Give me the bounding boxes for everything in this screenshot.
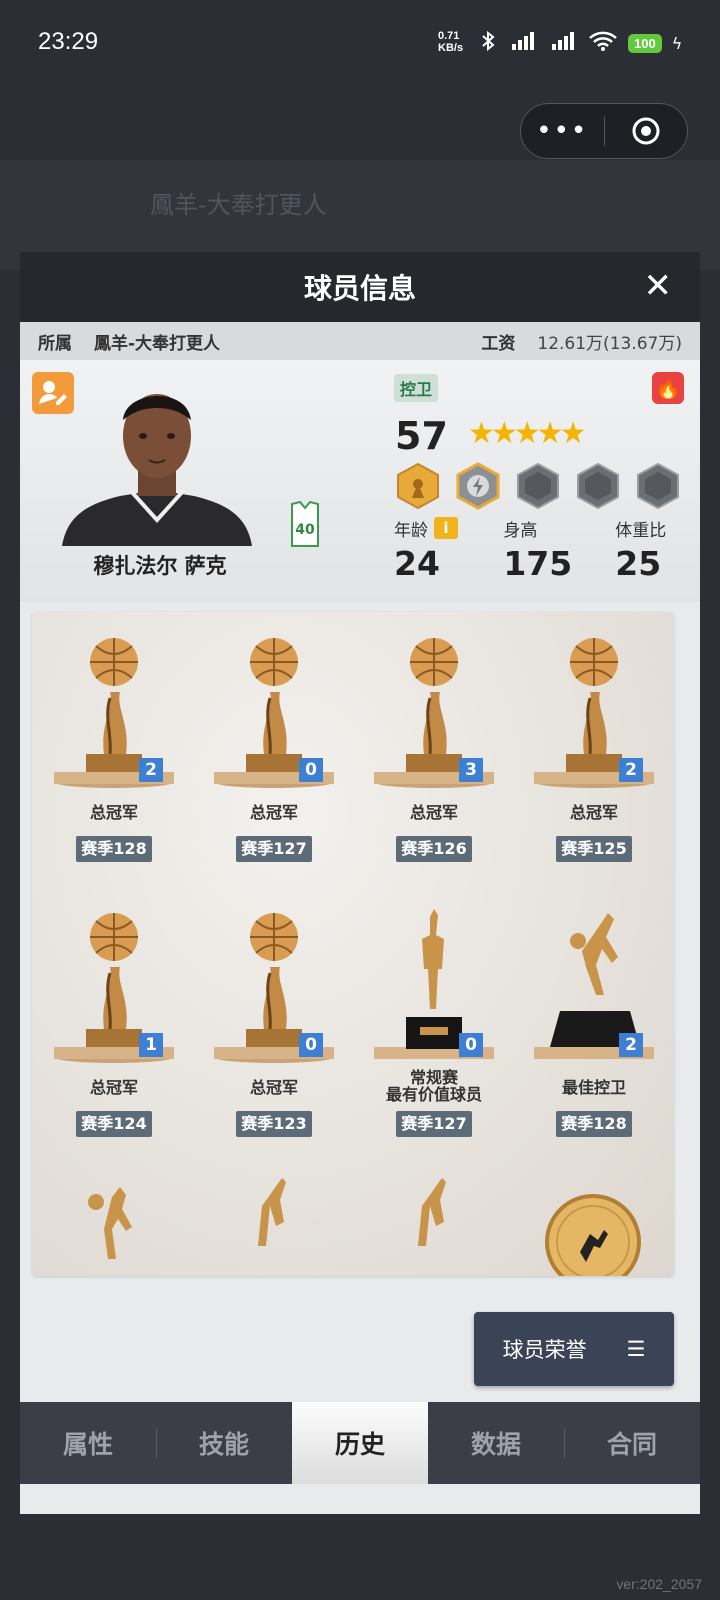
trophy-item[interactable]: 0 常规赛 最有价值球员赛季127 — [354, 907, 514, 1182]
trophy-item[interactable]: 2 总冠军赛季125 — [514, 632, 674, 907]
menu-icon: ☰ — [626, 1337, 646, 1361]
trophy-count-badge: 2 — [619, 758, 643, 782]
trophy-count-badge: 2 — [619, 1033, 643, 1057]
trophy-season: 赛季125 — [556, 836, 632, 862]
player-card: 🔥 40 穆扎法尔 萨克 控卫 57 ★★★★★ 年龄 i 24 身高 175 … — [20, 360, 700, 602]
miniprogram-capsule: ••• — [520, 103, 688, 159]
trophy-season: 赛季128 — [76, 836, 152, 862]
background-team-title: 鳳羊-大奉打更人 — [150, 191, 327, 219]
trophy-item[interactable]: 2 总冠军赛季128 — [34, 632, 194, 907]
trophy-name: 总冠军 — [249, 803, 298, 822]
trophy-item[interactable]: 0 总冠军赛季127 — [194, 632, 354, 907]
clock: 23:29 — [38, 28, 99, 55]
position-badge: 控卫 — [394, 374, 439, 402]
skill-badges — [394, 462, 682, 510]
info-icon[interactable]: i — [434, 517, 458, 539]
trophy-season: 赛季127 — [236, 836, 312, 862]
trophy-count-badge: 0 — [459, 1033, 483, 1057]
version-label: ver:202_2057 — [616, 1576, 702, 1592]
status-bar: 23:29 0.71 KB/s 100 ϟ — [0, 0, 720, 90]
trophy-season: 赛季126 — [396, 836, 472, 862]
team-name: 鳳羊-大奉打更人 — [94, 333, 221, 354]
signal-icon — [548, 30, 578, 56]
trophy-season: 赛季127 — [396, 1111, 472, 1137]
trophy-season: 赛季128 — [556, 1111, 632, 1137]
trophy-count-badge: 3 — [459, 758, 483, 782]
trophy-season: 赛季123 — [236, 1111, 312, 1137]
trophy-count-badge: 0 — [299, 1033, 323, 1057]
trophy-item[interactable]: 2 最佳控卫赛季128 — [514, 907, 674, 1182]
bluetooth-icon — [480, 30, 498, 56]
bottom-tab-bar: 属性 技能 历史 数据 合同 — [20, 1402, 700, 1484]
salary-label: 工资 — [481, 333, 516, 354]
close-icon[interactable]: ✕ — [644, 266, 673, 306]
player-name: 穆扎法尔 萨克 — [93, 554, 227, 578]
trophy-name: 总冠军 — [249, 1078, 298, 1097]
tab-1[interactable]: 技能 — [156, 1402, 292, 1484]
empty-badge-icon[interactable] — [574, 462, 622, 510]
modal-title: 球员信息 — [303, 272, 416, 305]
trophy-name: 总冠军 — [409, 803, 458, 822]
team-salary-bar: 所属 鳳羊-大奉打更人 工资 12.61万(13.67万) — [20, 322, 700, 360]
tab-4[interactable]: 合同 — [564, 1402, 700, 1484]
stat-age: 年龄 i 24 — [394, 516, 493, 583]
trophy-item[interactable]: 1 总冠军赛季124 — [34, 907, 194, 1182]
star-rating: ★★★★★ — [468, 416, 587, 451]
trophy-name: 总冠军 — [89, 1078, 138, 1097]
trophy-name: 常规赛 最有价值球员 — [385, 1068, 482, 1104]
trophy-count-badge: 1 — [139, 1033, 163, 1057]
silver-badge-icon[interactable] — [454, 462, 502, 510]
fire-icon[interactable]: 🔥 — [652, 372, 684, 404]
tab-0[interactable]: 属性 — [20, 1402, 156, 1484]
trophy-count-badge: 2 — [139, 758, 163, 782]
player-stats: 年龄 i 24 身高 175 体重比 25 — [394, 516, 694, 583]
empty-badge-icon[interactable] — [514, 462, 562, 510]
target-icon — [632, 117, 660, 145]
modal-header: 球员信息 ✕ — [20, 252, 700, 322]
svg-text:40: 40 — [295, 522, 315, 538]
empty-badge-icon[interactable] — [634, 462, 682, 510]
trophy-row-partial — [88, 1178, 641, 1276]
tab-3[interactable]: 数据 — [428, 1402, 564, 1484]
team-label: 所属 — [38, 333, 72, 354]
battery-icon: 100 — [628, 33, 662, 53]
trophy-name: 总冠军 — [569, 803, 618, 822]
gold-badge-icon[interactable] — [394, 462, 442, 510]
trophy-name: 总冠军 — [89, 803, 138, 822]
more-button[interactable]: ••• — [521, 116, 604, 146]
close-miniprogram-button[interactable] — [605, 116, 688, 146]
player-portrait — [62, 394, 252, 546]
tab-2[interactable]: 历史 — [292, 1402, 428, 1484]
jersey-icon: 40 — [291, 500, 319, 547]
trophy-name: 最佳控卫 — [561, 1078, 626, 1097]
honor-button-label: 球员荣誉 — [502, 1338, 587, 1362]
trophy-item[interactable]: 0 总冠军赛季123 — [194, 907, 354, 1182]
signal-icon — [508, 30, 538, 56]
trophy-season: 赛季124 — [76, 1111, 152, 1137]
status-icons: 100 ϟ — [480, 30, 682, 56]
player-honor-button[interactable]: 球员荣誉 ☰ — [474, 1312, 674, 1386]
charging-icon: ϟ — [671, 33, 683, 53]
player-info-modal: 球员信息 ✕ 所属 鳳羊-大奉打更人 工资 12.61万(13.67万) 🔥 4… — [20, 252, 700, 1514]
trophy-count-badge: 0 — [299, 758, 323, 782]
trophy-grid: 2 总冠军 赛季128 0 总冠军 赛季127 3 总冠军 赛季126 2 总冠军 赛季125 … — [34, 632, 674, 1182]
wifi-icon — [588, 30, 618, 56]
trophy-item[interactable]: 3 总冠军赛季126 — [354, 632, 514, 907]
trophy-cabinet[interactable]: 2 总冠军 赛季128 0 总冠军 赛季127 3 总冠军 赛季126 2 总冠军 赛季125 … — [32, 612, 674, 1276]
salary-value: 12.61万(13.67万) — [537, 333, 682, 354]
stat-weight-ratio: 体重比 25 — [615, 520, 667, 584]
overall-rating: 57 — [395, 414, 448, 458]
network-speed: 0.71 KB/s — [438, 30, 464, 54]
stat-height: 身高 175 — [503, 520, 573, 584]
